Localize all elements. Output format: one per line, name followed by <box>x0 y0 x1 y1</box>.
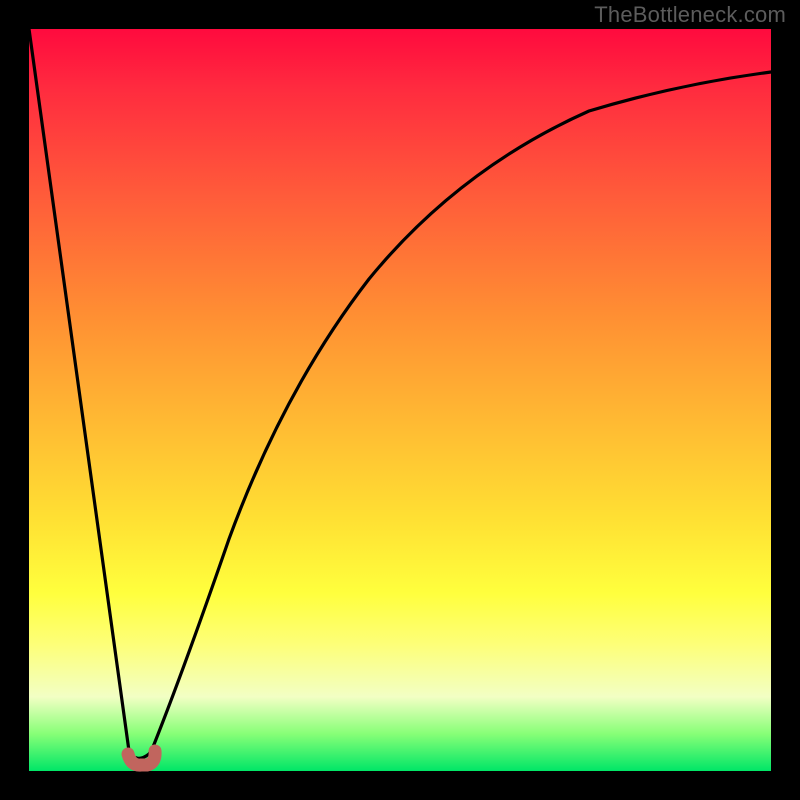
bottleneck-curve <box>29 29 771 758</box>
chart-svg <box>29 29 771 771</box>
chart-frame: TheBottleneck.com <box>0 0 800 800</box>
plot-area <box>29 29 771 771</box>
watermark-label: TheBottleneck.com <box>594 2 786 28</box>
